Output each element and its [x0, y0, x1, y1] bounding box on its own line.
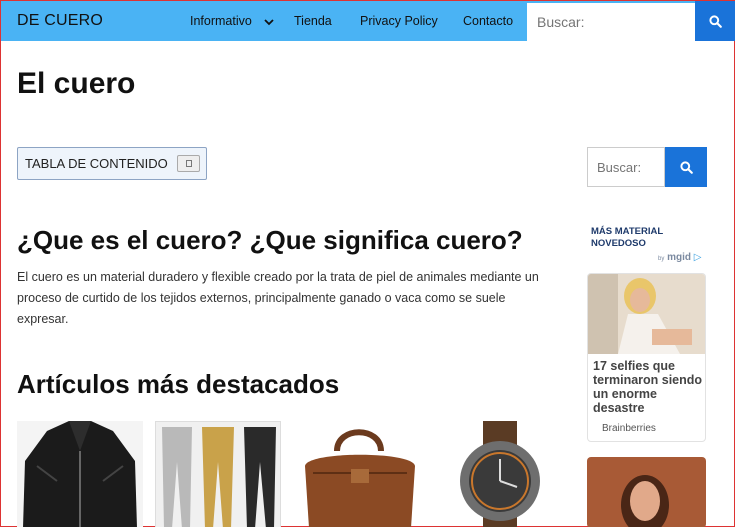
section-paragraph: El cuero es un material duradero y flexi… [17, 270, 539, 326]
page-title: El cuero [17, 67, 136, 100]
section-heading-que-es: ¿Que es el cuero? ¿Que significa cuero? [17, 225, 523, 255]
product-image-leather-jacket[interactable] [17, 421, 143, 527]
card-image [588, 274, 705, 354]
nav-item-informativo[interactable]: Informativo [190, 14, 252, 28]
widget-by-label: by [658, 256, 665, 262]
header-search-input[interactable] [527, 3, 695, 41]
search-icon [708, 14, 722, 28]
search-icon [679, 160, 693, 174]
nav-item-tienda[interactable]: Tienda [294, 14, 332, 28]
widget-attribution[interactable]: by mgid ▷ [658, 252, 702, 263]
list-icon [186, 160, 192, 167]
site-brand[interactable]: DE CUERO [17, 12, 103, 30]
recommended-card[interactable]: 17 selfies que terminaron siendo un enor… [587, 273, 706, 442]
card-title[interactable]: 17 selfies que terminaron siendo un enor… [593, 359, 705, 415]
card-source: Brainberries [602, 423, 656, 434]
product-image-leggings[interactable] [155, 421, 281, 527]
product-image-watch[interactable] [439, 421, 559, 527]
recommended-card-image-2[interactable] [587, 457, 706, 527]
section-heading-articulos: Artículos más destacados [17, 369, 340, 399]
sidebar-search-input[interactable] [587, 147, 665, 187]
widget-title: MÁS MATERIAL NOVEDOSO [591, 226, 663, 249]
chevron-down-icon[interactable] [264, 17, 274, 27]
widget-brand-label: mgid [667, 252, 692, 263]
nav-item-contacto[interactable]: Contacto [463, 14, 513, 28]
table-of-contents[interactable]: TABLA DE CONTENIDO [17, 147, 207, 180]
nav-item-privacy-policy[interactable]: Privacy Policy [360, 14, 438, 28]
ad-choices-icon: ▷ [693, 252, 702, 263]
toc-label: TABLA DE CONTENIDO [25, 156, 168, 171]
top-navigation-bar: DE CUERO Informativo Tienda Privacy Poli… [1, 1, 735, 41]
product-image-travel-bag[interactable] [297, 421, 423, 527]
sidebar-search-button[interactable] [665, 147, 707, 187]
toc-toggle-button[interactable] [177, 155, 200, 172]
header-search-button[interactable] [695, 1, 735, 41]
